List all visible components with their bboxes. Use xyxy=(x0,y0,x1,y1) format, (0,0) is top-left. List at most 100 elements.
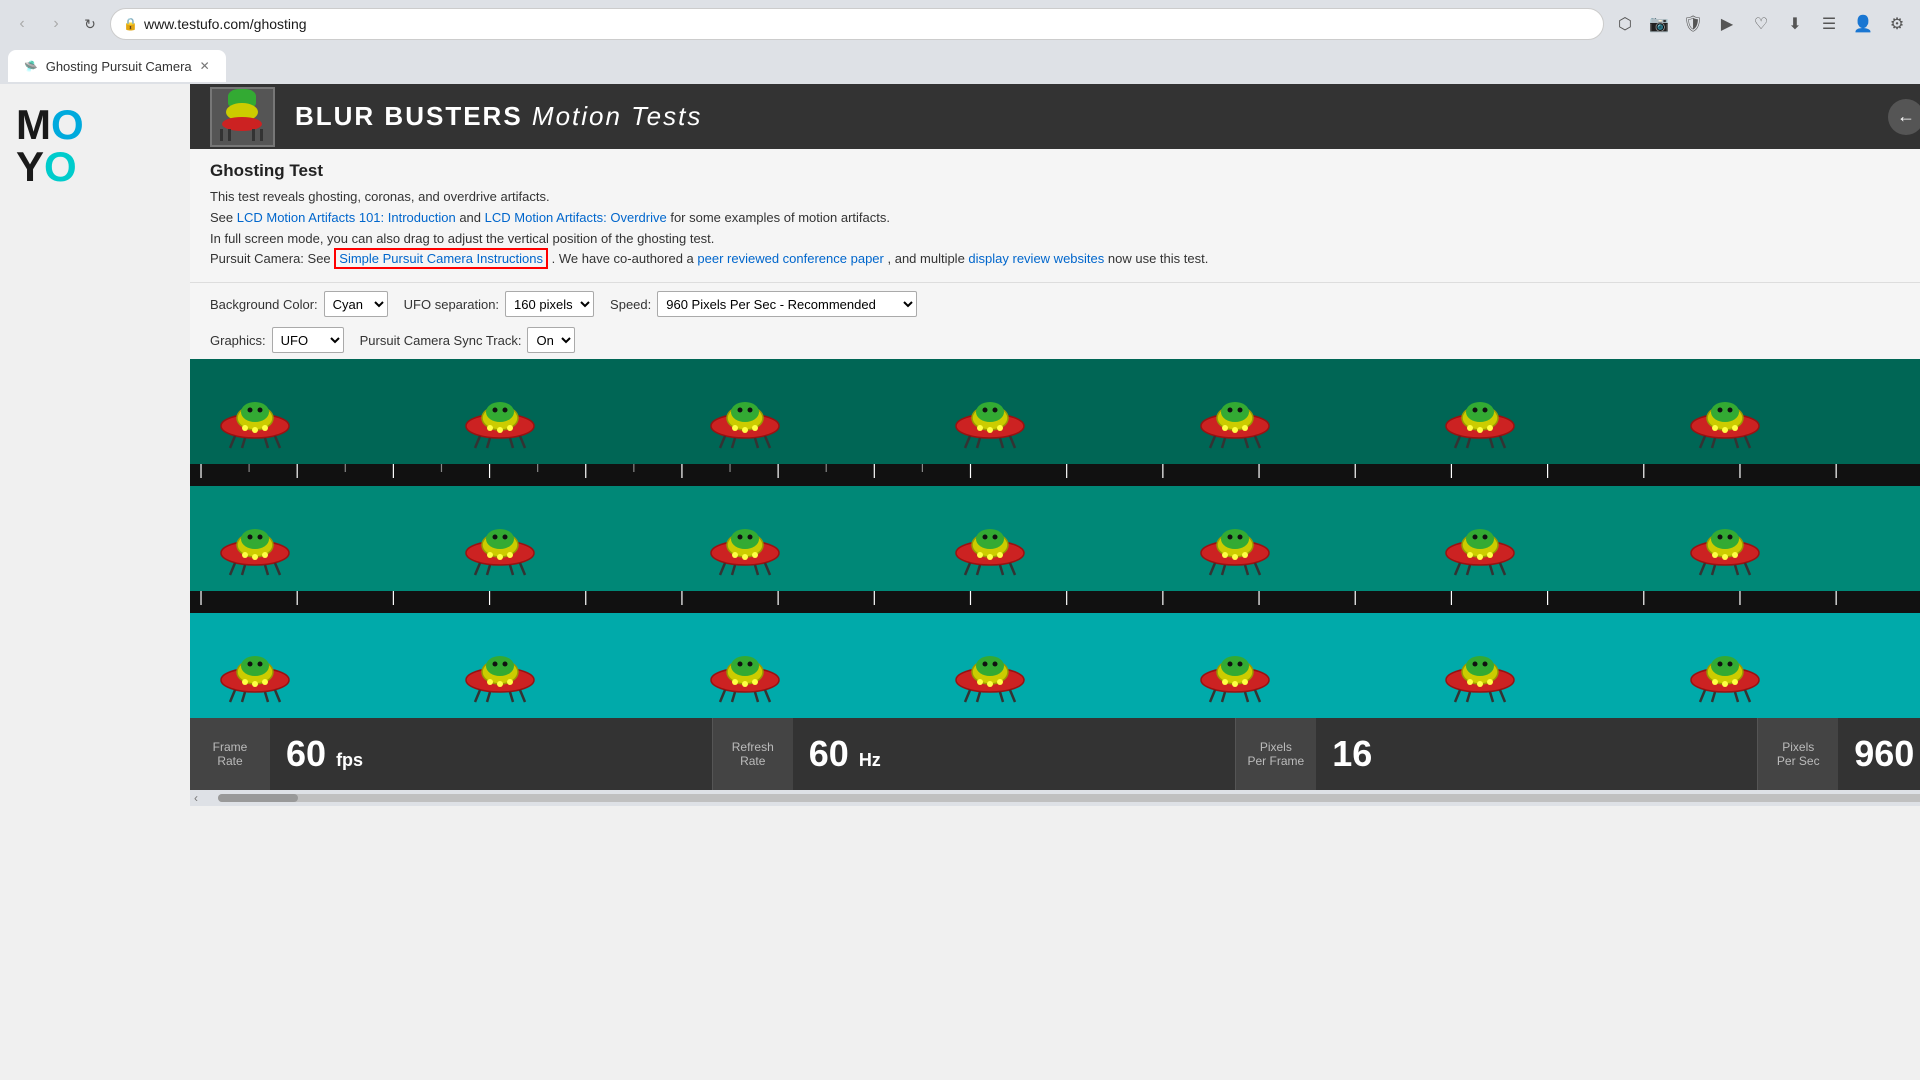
separation-label: UFO separation: xyxy=(404,297,499,312)
sync-select[interactable]: OnOff xyxy=(527,327,575,353)
info-line3: In full screen mode, you can also drag t… xyxy=(210,229,1920,250)
frame-rate-unit: fps xyxy=(336,750,363,770)
menu-icon[interactable]: ☰ xyxy=(1814,9,1844,39)
ufo-sprite xyxy=(210,628,300,703)
controls-row1: Background Color: CyanBlackWhiteGray UFO… xyxy=(190,283,1920,325)
ufo-sprite xyxy=(1190,628,1280,703)
graphics-select[interactable]: UFOSquareCircle xyxy=(272,327,344,353)
sync-control: Pursuit Camera Sync Track: OnOff xyxy=(360,327,576,353)
scrollbar-track[interactable] xyxy=(218,794,1920,802)
ufo-sprite xyxy=(1435,501,1525,576)
scrollbar-thumb[interactable] xyxy=(218,794,298,802)
display-review-link[interactable]: display review websites xyxy=(968,251,1104,266)
graphics-label: Graphics: xyxy=(210,333,266,348)
lcd-intro-link[interactable]: LCD Motion Artifacts 101: Introduction xyxy=(237,210,456,225)
download-icon[interactable]: ⬇ xyxy=(1780,9,1810,39)
logo-row2: Y O xyxy=(16,146,174,188)
bg-color-label: Background Color: xyxy=(210,297,318,312)
back-button[interactable]: ‹ xyxy=(8,10,36,38)
ufo-sprite xyxy=(455,628,545,703)
frame-rate-value: 60 fps xyxy=(270,733,379,775)
ufo-sprite xyxy=(210,501,300,576)
info-line2: See LCD Motion Artifacts 101: Introducti… xyxy=(210,208,1920,229)
camera-icon[interactable]: 📷 xyxy=(1644,9,1674,39)
address-bar[interactable]: 🔒 www.testufo.com/ghosting xyxy=(110,8,1604,40)
ufo-sprite xyxy=(1680,501,1770,576)
logo-row1: M O xyxy=(16,104,174,146)
ufo-sprite xyxy=(945,501,1035,576)
ufo-sprite xyxy=(1190,374,1280,449)
ufo-sprite xyxy=(700,628,790,703)
scroll-left-arrow[interactable]: ‹ xyxy=(194,791,198,805)
browser-chrome: ‹ › ↻ 🔒 www.testufo.com/ghosting ⬡ 📷 🛡 ▶… xyxy=(0,0,1920,84)
logo-o-blue: O xyxy=(51,104,84,146)
active-tab[interactable]: 🛸 Ghosting Pursuit Camera ✕ xyxy=(8,50,226,82)
track-1: ↖ ↗ ↙ ↘ xyxy=(190,359,1920,464)
pixels-per-sec-label: Pixels Per Sec xyxy=(1758,718,1838,790)
logo-o-cyan: O xyxy=(44,146,77,188)
info-section: Ghosting Test This test reveals ghosting… xyxy=(190,149,1920,283)
heart-icon[interactable]: ♡ xyxy=(1746,9,1776,39)
pixels-per-sec-value: 960 xyxy=(1838,733,1920,775)
extension-icon[interactable]: ⬡ xyxy=(1610,9,1640,39)
refresh-rate-value: 60 Hz xyxy=(793,733,897,775)
tab-close-button[interactable]: ✕ xyxy=(200,59,210,73)
mascot-image xyxy=(210,87,275,147)
ufo-sprite xyxy=(700,374,790,449)
logo-y: Y xyxy=(16,146,44,188)
speed-label: Speed: xyxy=(610,297,651,312)
lcd-overdrive-link[interactable]: LCD Motion Artifacts: Overdrive xyxy=(485,210,667,225)
graphics-control: Graphics: UFOSquareCircle xyxy=(210,327,344,353)
main-content: BLUR BUSTERS Motion Tests ← Ghosting / P… xyxy=(190,84,1920,806)
browser-toolbar: ‹ › ↻ 🔒 www.testufo.com/ghosting ⬡ 📷 🛡 ▶… xyxy=(0,0,1920,48)
ufo-sprite xyxy=(455,374,545,449)
ufo-sprite xyxy=(1435,374,1525,449)
ufo-sprite xyxy=(210,374,300,449)
refresh-rate-stat: Refresh Rate 60 Hz xyxy=(713,718,1236,790)
tab-title: Ghosting Pursuit Camera xyxy=(46,59,192,74)
separation-select[interactable]: 80 pixels160 pixels240 pixels xyxy=(505,291,594,317)
info-line1: This test reveals ghosting, coronas, and… xyxy=(210,187,1920,208)
controls-row2: Graphics: UFOSquareCircle Pursuit Camera… xyxy=(190,325,1920,359)
track-3 xyxy=(190,613,1920,718)
profile-icon[interactable]: 👤 xyxy=(1848,9,1878,39)
refresh-rate-label: Refresh Rate xyxy=(713,718,793,790)
play-icon[interactable]: ▶ xyxy=(1712,9,1742,39)
browser-icons-right: ⬡ 📷 🛡 ▶ ♡ ⬇ ☰ 👤 ⚙ xyxy=(1610,9,1912,39)
scrollbar-area[interactable]: ‹ › xyxy=(190,790,1920,806)
refresh-rate-unit: Hz xyxy=(859,750,881,770)
ufo-sprite xyxy=(1680,628,1770,703)
pixels-per-frame-value: 16 xyxy=(1316,733,1388,775)
ufo-sprite xyxy=(945,374,1035,449)
stats-bar: Frame Rate 60 fps Refresh Rate 60 Hz Pix xyxy=(190,718,1920,790)
speed-control: Speed: 480 Pixels Per Sec 960 Pixels Per… xyxy=(610,291,917,317)
lock-icon: 🔒 xyxy=(123,17,138,31)
info-line4: Pursuit Camera: See Simple Pursuit Camer… xyxy=(210,249,1920,270)
sync-label: Pursuit Camera Sync Track: xyxy=(360,333,522,348)
url-text: www.testufo.com/ghosting xyxy=(144,16,1591,32)
settings-icon[interactable]: ⚙ xyxy=(1882,9,1912,39)
header-title: BLUR BUSTERS Motion Tests xyxy=(295,101,1868,132)
ufo-sprite xyxy=(1435,628,1525,703)
logo-area: M O Y O xyxy=(0,84,190,806)
frame-rate-stat: Frame Rate 60 fps xyxy=(190,718,713,790)
ufo-sprite xyxy=(1680,374,1770,449)
forward-button[interactable]: › xyxy=(42,10,70,38)
pursuit-instructions-link[interactable]: Simple Pursuit Camera Instructions xyxy=(334,248,548,269)
speed-select[interactable]: 480 Pixels Per Sec 960 Pixels Per Sec - … xyxy=(657,291,917,317)
pixels-per-sec-stat: Pixels Per Sec 960 xyxy=(1758,718,1920,790)
tab-bar: 🛸 Ghosting Pursuit Camera ✕ xyxy=(0,48,1920,84)
nav-prev-button[interactable]: ← xyxy=(1888,99,1920,135)
ufo-sprite xyxy=(700,501,790,576)
conference-paper-link[interactable]: peer reviewed conference paper xyxy=(697,251,883,266)
ufo-sprite xyxy=(945,628,1035,703)
animation-area: ↖ ↗ ↙ ↘ xyxy=(190,359,1920,718)
bg-color-select[interactable]: CyanBlackWhiteGray xyxy=(324,291,388,317)
refresh-button[interactable]: ↻ xyxy=(76,10,104,38)
header-bar: BLUR BUSTERS Motion Tests ← Ghosting / P… xyxy=(190,84,1920,149)
shield-icon[interactable]: 🛡 xyxy=(1678,9,1708,39)
pixels-per-frame-stat: Pixels Per Frame 16 xyxy=(1236,718,1759,790)
ufo-sprite xyxy=(1190,501,1280,576)
ufo-sprite xyxy=(455,501,545,576)
page: M O Y O xyxy=(0,84,1920,806)
